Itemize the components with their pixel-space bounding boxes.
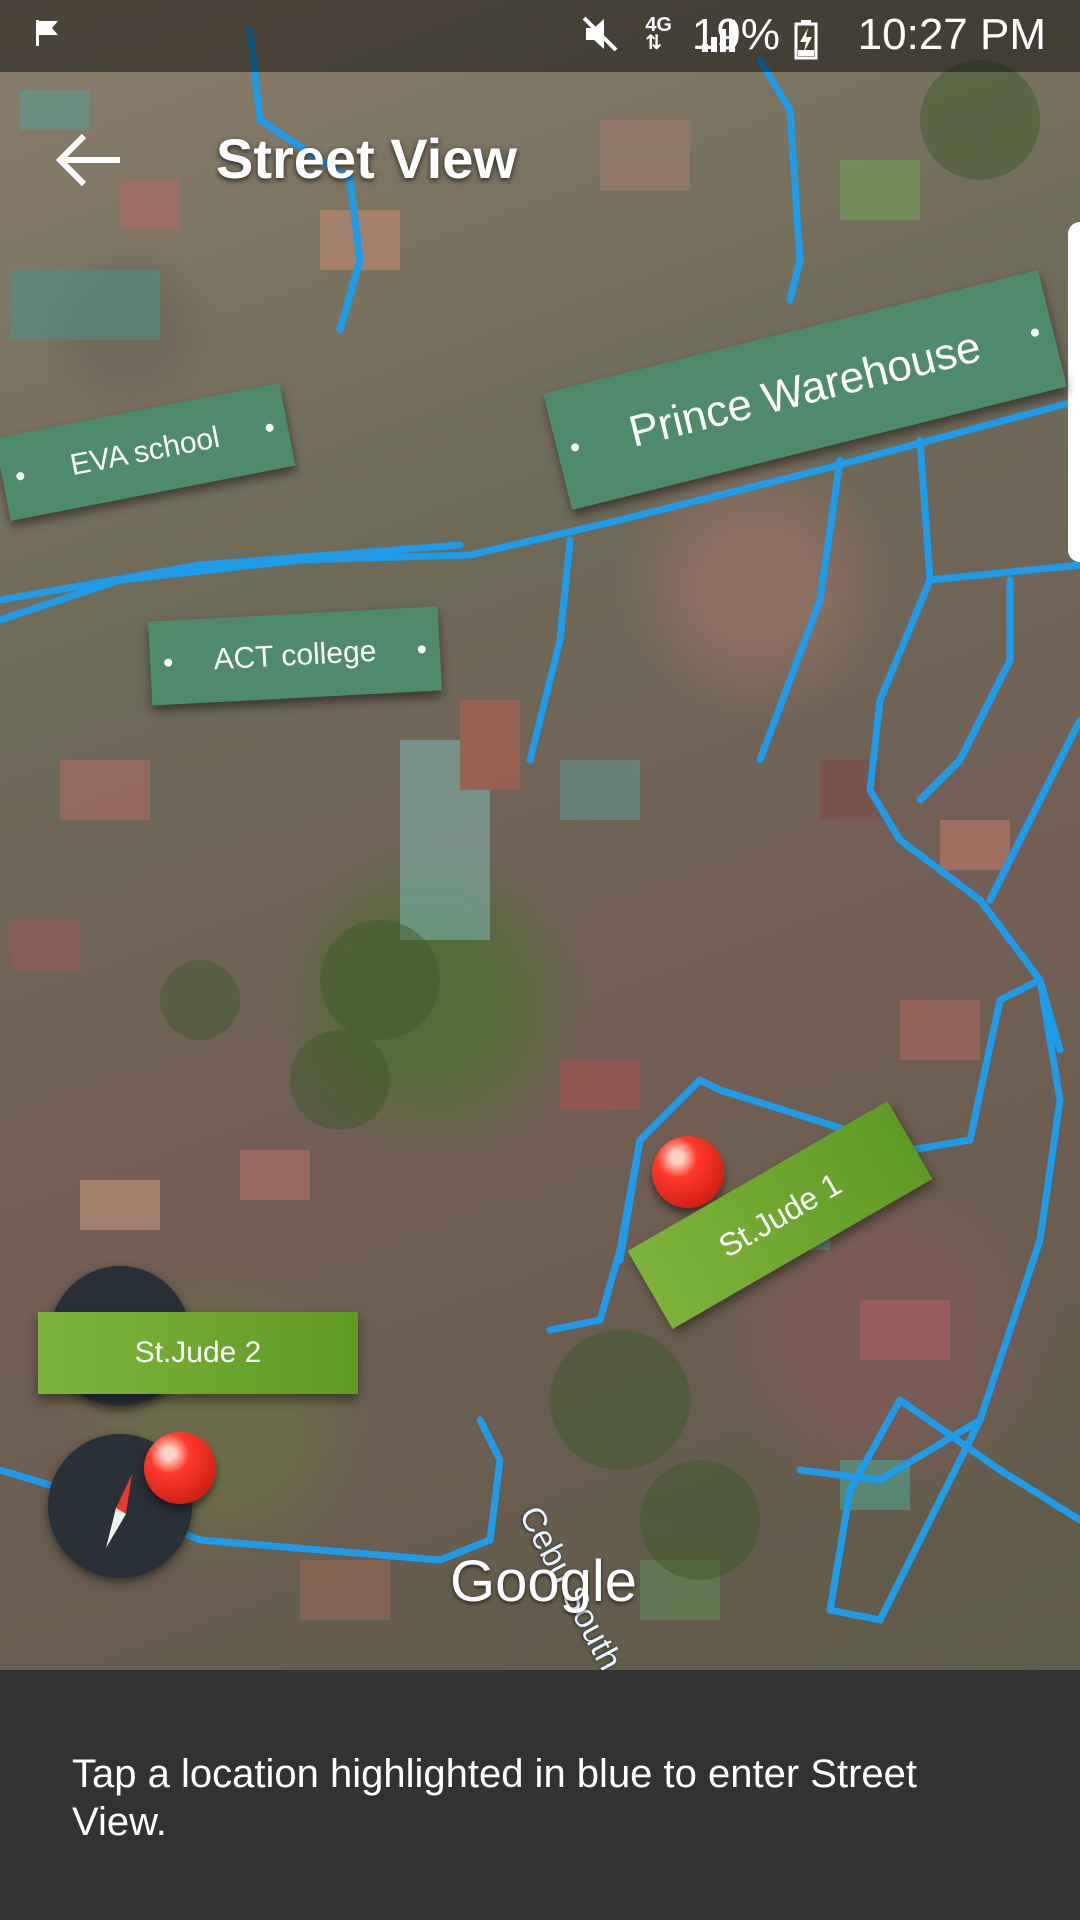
- map-label-st-jude-2[interactable]: St.Jude 2: [38, 1312, 358, 1394]
- network-4g-icon: 4G ⇅: [645, 14, 672, 54]
- instruction-text: Tap a location highlighted in blue to en…: [72, 1752, 918, 1844]
- back-button[interactable]: [50, 120, 130, 200]
- info-panel: Tap a location highlighted in blue to en…: [0, 1670, 1080, 1920]
- side-panel-handle[interactable]: [1068, 222, 1080, 562]
- label-text: EVA school: [67, 420, 223, 483]
- location-pin-st-jude-1[interactable]: [652, 1136, 724, 1208]
- flag-icon: [36, 20, 58, 46]
- location-pin[interactable]: [144, 1432, 216, 1504]
- status-bar: 4G ⇅ 19% 10:27 PM: [0, 0, 1080, 72]
- google-attribution: Google: [450, 1549, 638, 1614]
- street-view-map[interactable]: EVA school Prince Warehouse ACT college …: [0, 0, 1080, 1670]
- label-text: St.Jude 2: [134, 1336, 262, 1369]
- page-title: Street View: [216, 127, 517, 190]
- clock: 10:27 PM: [857, 10, 1046, 59]
- battery-percent: 19%: [691, 10, 780, 59]
- map-imagery: [0, 26, 1080, 1624]
- map-label-act-college[interactable]: ACT college: [148, 606, 442, 706]
- arrow-left-icon: [55, 133, 120, 187]
- network-label: 4G: [645, 14, 672, 36]
- battery-charging-icon: [794, 20, 818, 60]
- label-text: ACT college: [212, 634, 378, 677]
- mute-icon: [582, 16, 618, 52]
